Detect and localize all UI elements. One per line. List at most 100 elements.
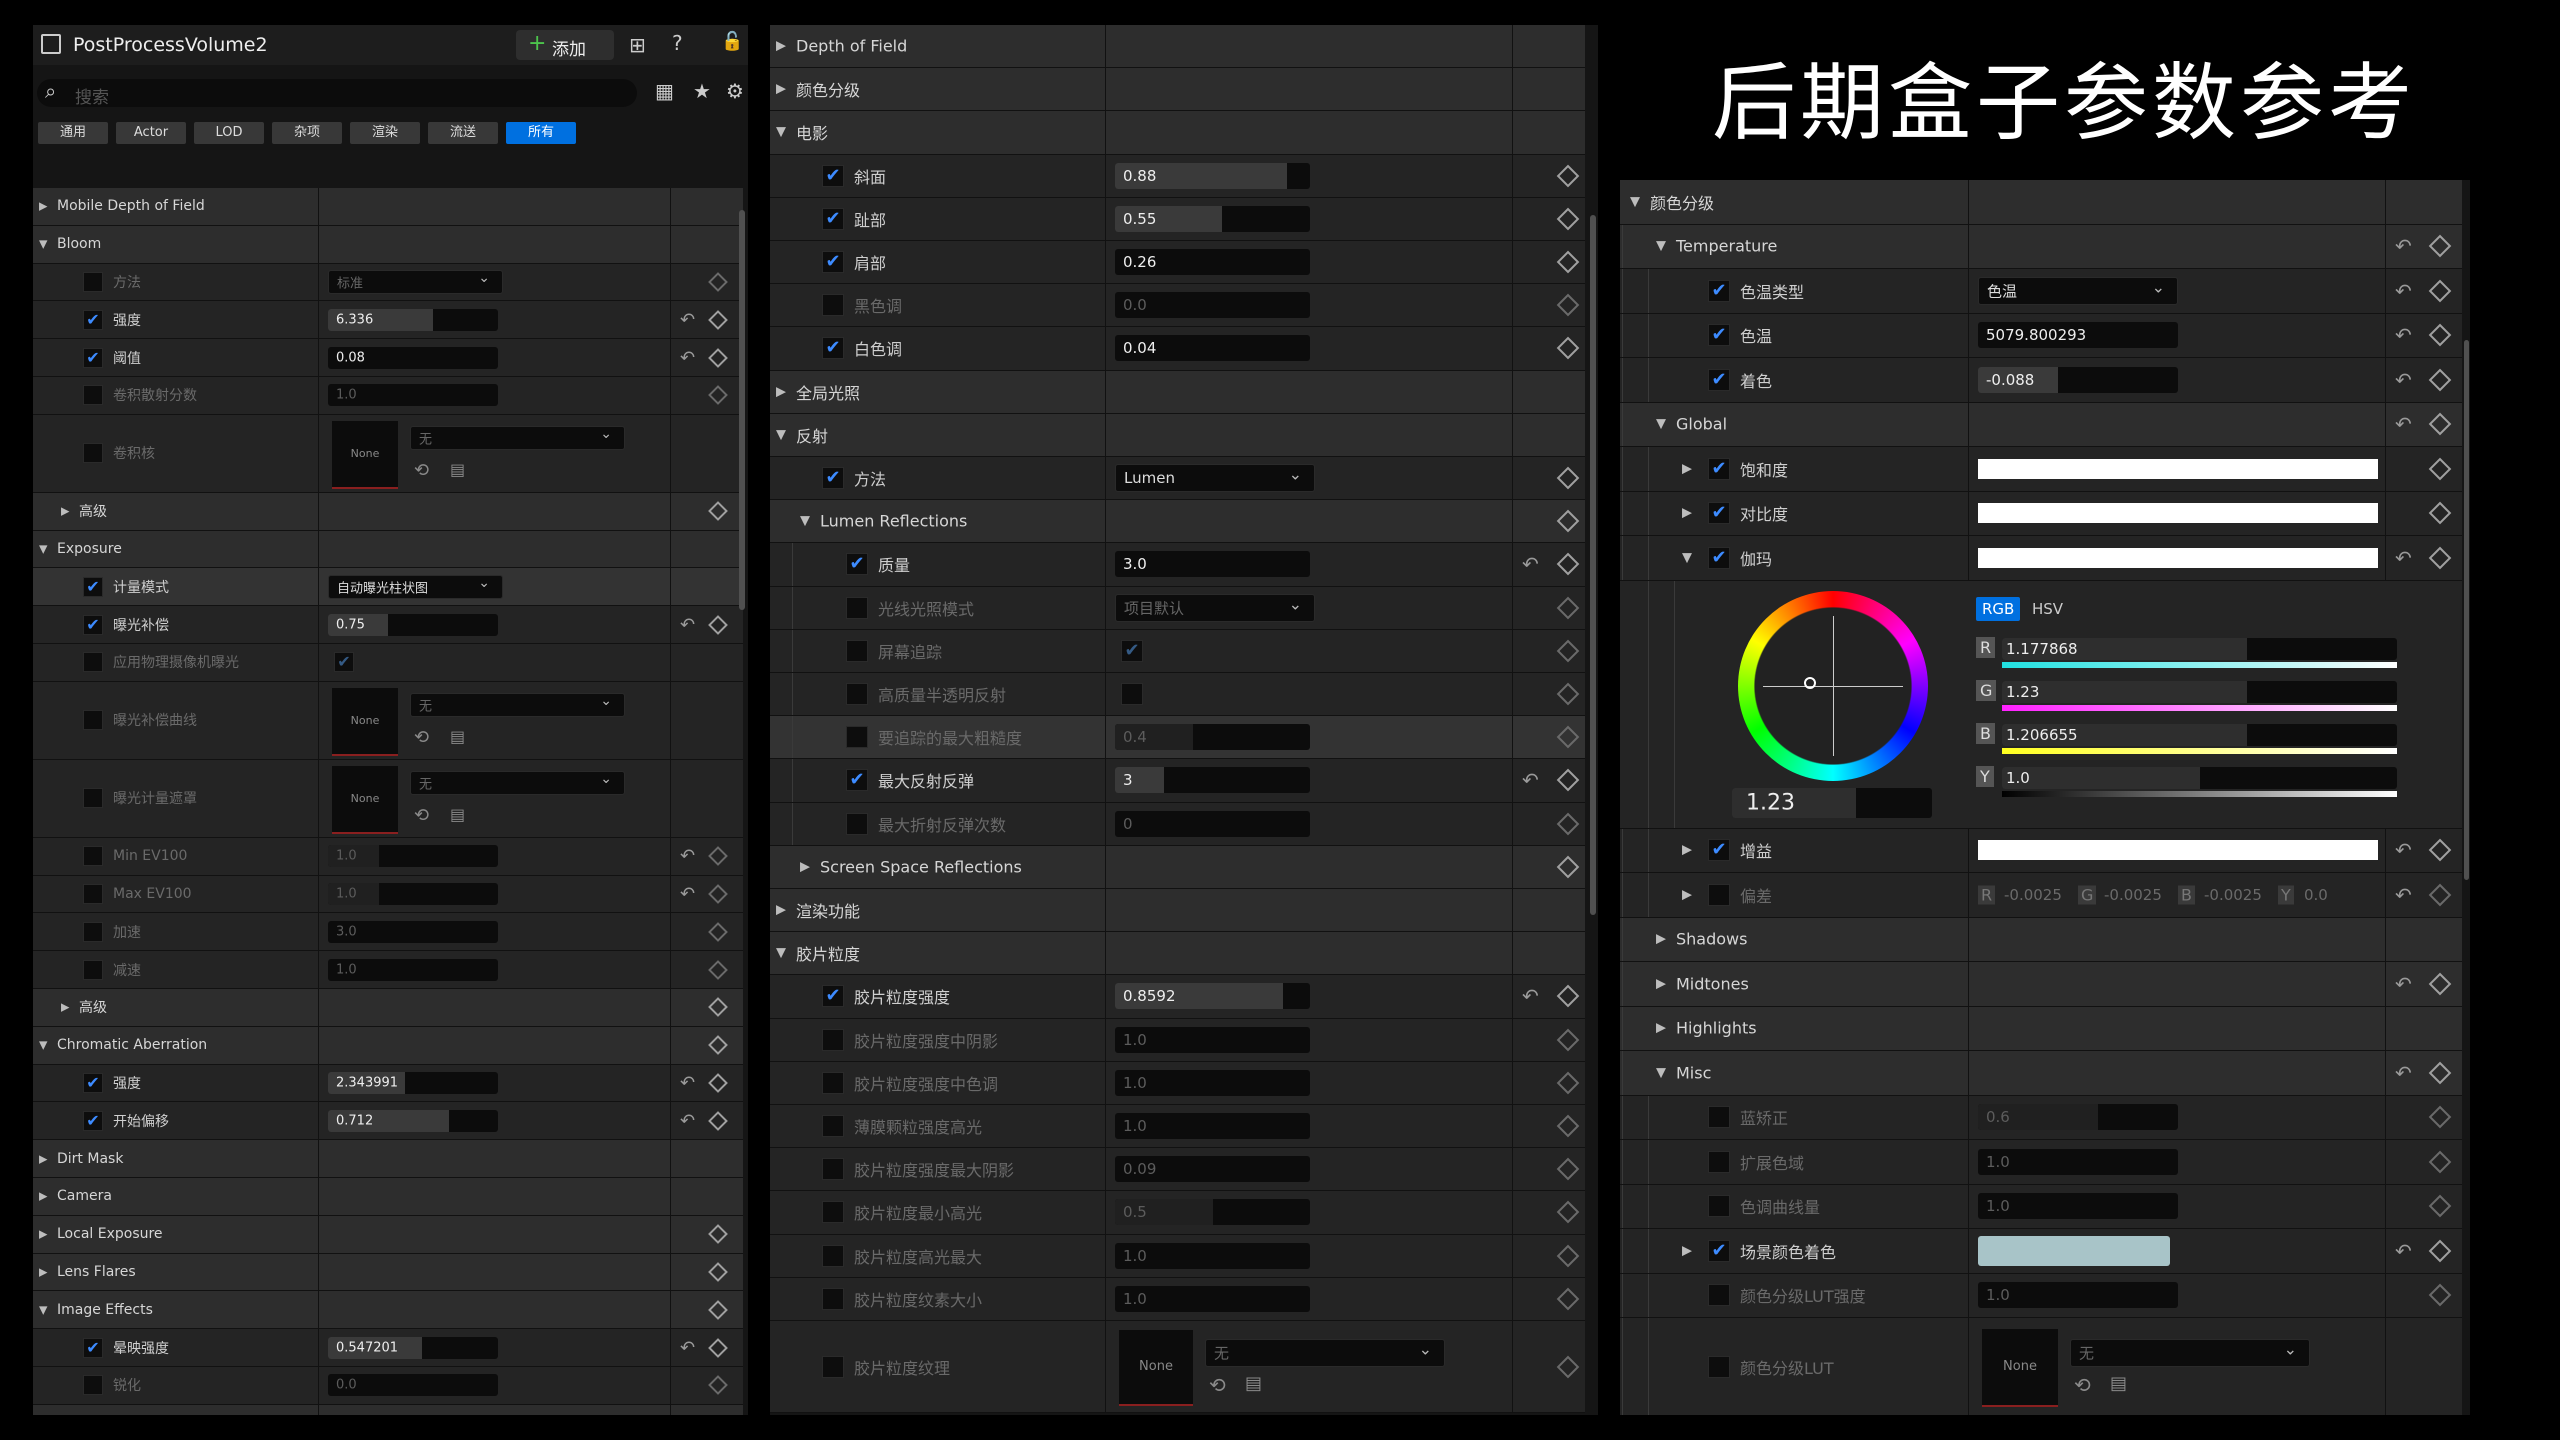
column-splitter[interactable] — [1968, 224, 1969, 268]
column-splitter[interactable] — [318, 1064, 319, 1102]
column-splitter[interactable] — [2385, 1051, 2386, 1095]
column-splitter[interactable] — [318, 492, 319, 530]
column-splitter[interactable] — [1105, 802, 1106, 845]
number-input[interactable]: 1.0 — [1978, 1148, 2178, 1175]
column-splitter[interactable] — [1512, 68, 1513, 111]
column-splitter[interactable] — [318, 301, 319, 339]
browse-asset-icon[interactable]: ▤ — [450, 805, 465, 824]
column-splitter[interactable] — [1105, 241, 1106, 284]
keyframe-diamond-icon[interactable] — [1556, 812, 1580, 836]
column-splitter[interactable] — [1512, 327, 1513, 370]
reset-to-default-icon[interactable]: ↶ — [2395, 234, 2412, 258]
column-splitter[interactable] — [2385, 873, 2386, 917]
expand-arrow-open-icon[interactable]: ▼ — [1656, 239, 1666, 254]
column-splitter[interactable] — [2385, 1184, 2386, 1228]
expand-arrow-open-icon[interactable]: ▼ — [39, 1039, 47, 1052]
column-splitter[interactable] — [1105, 197, 1106, 240]
column-splitter[interactable] — [1512, 1148, 1513, 1191]
column-splitter[interactable] — [1512, 673, 1513, 716]
column-splitter[interactable] — [1105, 327, 1106, 370]
column-splitter[interactable] — [1968, 1184, 1969, 1228]
keyframe-diamond-icon[interactable] — [2428, 1194, 2452, 1218]
override-checkbox[interactable] — [822, 1028, 844, 1051]
channel-input[interactable]: 1.177868 — [2002, 637, 2397, 660]
column-splitter[interactable] — [1512, 543, 1513, 586]
column-splitter[interactable] — [318, 913, 319, 951]
override-checkbox[interactable] — [822, 207, 844, 230]
column-splitter[interactable] — [1512, 457, 1513, 500]
column-splitter[interactable] — [1512, 1018, 1513, 1061]
channel-value[interactable]: -0.0025 — [2104, 886, 2162, 904]
browse-asset-icon[interactable]: ▤ — [1245, 1373, 1262, 1394]
browse-asset-icon[interactable]: ▤ — [450, 460, 465, 479]
channel-input[interactable]: 1.206655 — [2002, 723, 2397, 746]
asset-dropdown[interactable]: 无 ⌄ — [1205, 1339, 1445, 1367]
column-splitter[interactable] — [318, 225, 319, 263]
keyframe-diamond-icon[interactable] — [1556, 553, 1580, 576]
column-splitter[interactable] — [1105, 457, 1106, 500]
category-row[interactable]: ▶ Camera — [33, 1178, 743, 1216]
expand-arrow-closed-icon[interactable]: ▶ — [39, 200, 47, 213]
rgb-mode-tab[interactable]: RGB — [1976, 596, 2021, 621]
column-splitter[interactable] — [1968, 1229, 1969, 1273]
override-checkbox[interactable] — [83, 1072, 103, 1093]
number-input[interactable]: 5079.800293 — [1978, 322, 2178, 349]
override-checkbox[interactable] — [1708, 1106, 1730, 1129]
texture-thumbnail[interactable]: None — [332, 420, 398, 489]
override-checkbox[interactable] — [83, 652, 103, 673]
number-input[interactable]: 0.6 — [1978, 1104, 2178, 1131]
reset-to-default-icon[interactable]: ↶ — [2395, 412, 2412, 436]
category-row[interactable]: ▶ 高级 — [33, 492, 743, 531]
override-checkbox[interactable] — [1708, 883, 1730, 906]
column-splitter[interactable] — [2385, 917, 2386, 961]
column-splitter[interactable] — [318, 1215, 319, 1253]
column-splitter[interactable] — [1512, 111, 1513, 154]
channel-value[interactable]: -0.0025 — [2004, 886, 2062, 904]
keyframe-diamond-icon[interactable] — [708, 385, 728, 406]
number-input[interactable]: 1.0 — [1115, 1242, 1310, 1269]
column-splitter[interactable] — [318, 1140, 319, 1177]
column-splitter[interactable] — [1105, 111, 1106, 154]
keyframe-diamond-icon[interactable] — [1556, 1244, 1580, 1268]
keyframe-diamond-icon[interactable] — [1556, 1287, 1580, 1311]
texture-thumbnail[interactable]: None — [1982, 1329, 2058, 1407]
override-checkbox[interactable] — [83, 921, 103, 942]
override-checkbox[interactable] — [1708, 502, 1730, 525]
keyframe-diamond-icon[interactable] — [708, 1073, 728, 1093]
override-checkbox[interactable] — [83, 1110, 103, 1131]
column-splitter[interactable] — [1512, 975, 1513, 1018]
keyframe-diamond-icon[interactable] — [1556, 164, 1580, 188]
use-selected-icon[interactable]: ⟲ — [2074, 1373, 2091, 1397]
number-input[interactable]: -0.088 — [1978, 366, 2178, 393]
column-splitter[interactable] — [670, 339, 671, 376]
override-checkbox[interactable] — [822, 1355, 844, 1378]
color-wheel[interactable] — [1738, 590, 1928, 781]
reset-to-default-icon[interactable]: ↶ — [2395, 323, 2412, 347]
override-checkbox[interactable] — [1708, 839, 1730, 862]
column-splitter[interactable] — [670, 681, 671, 759]
tab-0[interactable]: 通用 — [38, 122, 108, 144]
expand-arrow-closed-icon[interactable]: ▶ — [39, 1265, 47, 1278]
number-input[interactable]: 0.09 — [1115, 1156, 1310, 1183]
override-checkbox[interactable] — [83, 271, 103, 292]
category-row[interactable]: ▼ Temperature ↶ — [1620, 224, 2462, 269]
column-splitter[interactable] — [2385, 1006, 2386, 1050]
column-splitter[interactable] — [670, 301, 671, 339]
column-splitter[interactable] — [318, 1291, 319, 1329]
column-splitter[interactable] — [1512, 845, 1513, 888]
column-splitter[interactable] — [1968, 491, 1969, 535]
column-splitter[interactable] — [1512, 1105, 1513, 1148]
color-swatch-bar[interactable] — [1978, 840, 2378, 861]
keyframe-diamond-icon[interactable] — [1556, 855, 1580, 879]
column-splitter[interactable] — [1105, 154, 1106, 197]
column-splitter[interactable] — [1105, 1277, 1106, 1320]
keyframe-diamond-icon[interactable] — [708, 1224, 728, 1245]
column-splitter[interactable] — [2385, 536, 2386, 580]
override-checkbox[interactable] — [1708, 546, 1730, 569]
override-checkbox[interactable] — [846, 812, 868, 835]
override-checkbox[interactable] — [83, 710, 103, 731]
expand-arrow-closed-icon[interactable]: ▶ — [39, 1152, 47, 1165]
reset-to-default-icon[interactable]: ↶ — [1522, 552, 1539, 576]
left-scrollbar[interactable] — [739, 210, 745, 610]
column-splitter[interactable] — [1968, 536, 1969, 580]
